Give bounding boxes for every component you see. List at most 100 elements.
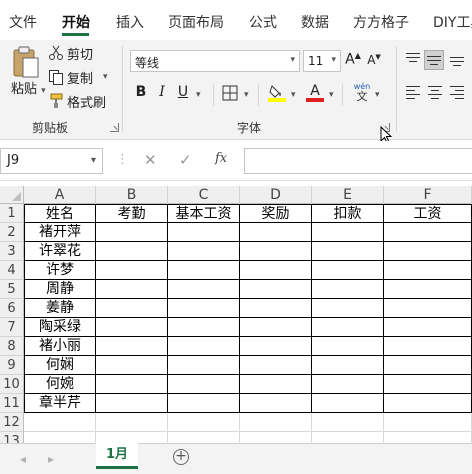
phonetic-guide-button[interactable]: wén 文 xyxy=(352,82,372,104)
insert-function-button[interactable]: fx xyxy=(215,151,227,166)
borders-icon[interactable] xyxy=(222,85,238,101)
cell-b9[interactable] xyxy=(96,356,168,375)
cell-a10[interactable]: 何婉 xyxy=(24,375,96,394)
font-color-icon[interactable]: A xyxy=(306,83,324,103)
paste-button[interactable]: 粘贴 ▾ xyxy=(11,78,46,97)
align-right-icon[interactable] xyxy=(447,83,467,103)
align-top-icon[interactable] xyxy=(403,50,423,70)
chevron-down-icon[interactable]: ▾ xyxy=(244,90,249,100)
row-header-5[interactable]: 5 xyxy=(0,280,24,299)
tab-file[interactable]: 文件 xyxy=(9,12,37,32)
cell-d6[interactable] xyxy=(240,299,312,318)
cell-e2[interactable] xyxy=(312,223,384,242)
fill-color-icon[interactable] xyxy=(268,83,286,103)
chevron-down-icon[interactable]: ▾ xyxy=(375,90,380,100)
cell-d10[interactable] xyxy=(240,375,312,394)
column-header-e[interactable]: E xyxy=(312,186,384,204)
align-middle-icon[interactable] xyxy=(424,50,444,70)
paste-icon[interactable] xyxy=(12,46,40,80)
tab-fangfange[interactable]: 方方格子 xyxy=(353,12,409,32)
cell-f9[interactable] xyxy=(384,356,472,375)
align-bottom-icon[interactable] xyxy=(447,50,467,70)
cell-d2[interactable] xyxy=(240,223,312,242)
cell-b12[interactable] xyxy=(96,413,168,432)
cell-d8[interactable] xyxy=(240,337,312,356)
cell-d1[interactable]: 奖励 xyxy=(240,204,312,223)
bold-button[interactable]: B xyxy=(134,84,148,104)
cell-a12[interactable] xyxy=(24,413,96,432)
font-size-select[interactable]: 11 ▾ xyxy=(303,50,341,72)
add-sheet-icon[interactable]: + xyxy=(173,449,189,465)
cell-b7[interactable] xyxy=(96,318,168,337)
cell-a5[interactable]: 周静 xyxy=(24,280,96,299)
underline-button[interactable]: U xyxy=(176,84,190,104)
align-center-icon[interactable] xyxy=(425,83,445,103)
row-header-1[interactable]: 1 xyxy=(0,204,24,223)
cell-d3[interactable] xyxy=(240,242,312,261)
cell-a2[interactable]: 褚开萍 xyxy=(24,223,96,242)
tab-formulas[interactable]: 公式 xyxy=(249,12,277,32)
chevron-down-icon[interactable]: ▾ xyxy=(41,86,46,96)
cell-a9[interactable]: 何娴 xyxy=(24,356,96,375)
cell-c1[interactable]: 基本工资 xyxy=(168,204,240,223)
cell-f5[interactable] xyxy=(384,280,472,299)
cell-a8[interactable]: 褚小丽 xyxy=(24,337,96,356)
cell-a7[interactable]: 陶采绿 xyxy=(24,318,96,337)
cell-d5[interactable] xyxy=(240,280,312,299)
tab-diy-tools[interactable]: DIY工具 xyxy=(433,12,472,32)
row-header-9[interactable]: 9 xyxy=(0,356,24,375)
align-left-icon[interactable] xyxy=(403,83,423,103)
format-painter-button[interactable]: 格式刷 xyxy=(48,91,106,111)
row-header-8[interactable]: 8 xyxy=(0,337,24,356)
cell-a6[interactable]: 姜静 xyxy=(24,299,96,318)
cell-e6[interactable] xyxy=(312,299,384,318)
tab-insert[interactable]: 插入 xyxy=(116,12,144,32)
cell-e10[interactable] xyxy=(312,375,384,394)
cell-e1[interactable]: 扣款 xyxy=(312,204,384,223)
name-box[interactable]: J9 ▾ xyxy=(0,148,103,174)
cell-d9[interactable] xyxy=(240,356,312,375)
cell-b10[interactable] xyxy=(96,375,168,394)
cell-f3[interactable] xyxy=(384,242,472,261)
shrink-font-button[interactable]: A▼ xyxy=(366,53,382,73)
chevron-down-icon[interactable]: ▾ xyxy=(329,90,334,100)
cell-c11[interactable] xyxy=(168,394,240,413)
cell-c8[interactable] xyxy=(168,337,240,356)
tab-data[interactable]: 数据 xyxy=(301,12,329,32)
cell-f2[interactable] xyxy=(384,223,472,242)
cell-d12[interactable] xyxy=(240,413,312,432)
cell-c10[interactable] xyxy=(168,375,240,394)
row-header-6[interactable]: 6 xyxy=(0,299,24,318)
cell-c12[interactable] xyxy=(168,413,240,432)
cell-b5[interactable] xyxy=(96,280,168,299)
cell-b6[interactable] xyxy=(96,299,168,318)
cell-b3[interactable] xyxy=(96,242,168,261)
enter-icon[interactable]: ✓ xyxy=(179,151,192,169)
cell-c4[interactable] xyxy=(168,261,240,280)
cell-f1[interactable]: 工资 xyxy=(384,204,472,223)
cell-a4[interactable]: 许梦 xyxy=(24,261,96,280)
cell-f4[interactable] xyxy=(384,261,472,280)
cell-a3[interactable]: 许翠花 xyxy=(24,242,96,261)
row-header-4[interactable]: 4 xyxy=(0,261,24,280)
column-header-b[interactable]: B xyxy=(96,186,168,204)
cell-f12[interactable] xyxy=(384,413,472,432)
select-all-button[interactable] xyxy=(0,186,24,204)
cell-e11[interactable] xyxy=(312,394,384,413)
italic-button[interactable]: I xyxy=(156,84,168,104)
drag-handle-icon[interactable]: ⋮ xyxy=(116,152,129,167)
cell-d11[interactable] xyxy=(240,394,312,413)
cell-b4[interactable] xyxy=(96,261,168,280)
cell-c6[interactable] xyxy=(168,299,240,318)
cut-button[interactable]: 剪切 xyxy=(48,43,93,63)
cell-c3[interactable] xyxy=(168,242,240,261)
cell-e7[interactable] xyxy=(312,318,384,337)
cell-e8[interactable] xyxy=(312,337,384,356)
row-header-11[interactable]: 11 xyxy=(0,394,24,413)
tab-page-layout[interactable]: 页面布局 xyxy=(168,12,224,32)
cell-f8[interactable] xyxy=(384,337,472,356)
cell-f10[interactable] xyxy=(384,375,472,394)
cell-e4[interactable] xyxy=(312,261,384,280)
next-sheet-icon[interactable]: ▸ xyxy=(48,452,54,466)
chevron-down-icon[interactable]: ▾ xyxy=(291,90,296,100)
